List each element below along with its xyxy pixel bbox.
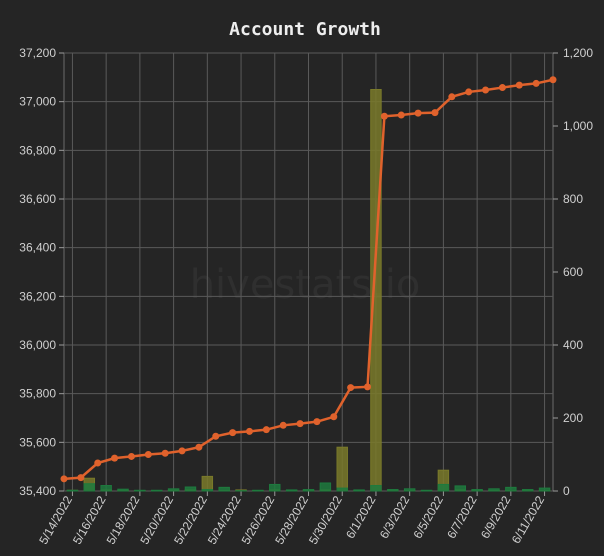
line-point: [178, 447, 186, 455]
line-point: [431, 109, 439, 117]
x-tick-label: 5/28/2022: [272, 493, 311, 547]
line-point: [229, 429, 237, 437]
bar: [420, 489, 433, 492]
left-y-tick-label: 36,200: [19, 289, 56, 303]
x-tick-label: 5/26/2022: [239, 493, 278, 547]
line-point: [347, 384, 355, 392]
grid-lines: [59, 52, 558, 496]
line-point: [262, 426, 270, 434]
bar: [403, 488, 416, 492]
line-point: [144, 451, 152, 458]
x-tick-label: 5/30/2022: [306, 493, 345, 547]
x-tick-label: 6/3/2022: [377, 493, 413, 541]
line-point: [330, 413, 338, 421]
bar: [167, 488, 180, 492]
x-tick-label: 6/11/2022: [509, 493, 548, 546]
line-point: [127, 452, 135, 460]
line-point: [549, 76, 557, 84]
line-point: [448, 93, 456, 101]
bar: [336, 487, 348, 492]
right-y-tick-label: 600: [563, 265, 583, 279]
left-y-tick-label: 36,800: [19, 143, 56, 157]
x-tick-label: 5/22/2022: [171, 493, 210, 547]
right-y-tick-label: 0: [563, 484, 570, 498]
bar: [387, 489, 399, 492]
bar: [505, 486, 517, 492]
line-point: [532, 79, 540, 87]
bar: [488, 488, 500, 492]
bar: [151, 489, 163, 492]
line-point: [212, 432, 220, 440]
right-y-tick-label: 800: [563, 192, 583, 206]
bar: [353, 489, 365, 492]
left-y-tick-label: 35,400: [19, 484, 56, 498]
left-y-tick-label: 37,000: [19, 95, 56, 109]
left-y-tick-label: 37,200: [19, 46, 56, 60]
bar: [269, 483, 281, 492]
bar: [66, 489, 79, 492]
line-point: [77, 474, 85, 482]
line-point: [397, 111, 405, 119]
bar: [521, 489, 534, 492]
line-point: [60, 475, 68, 483]
line-point: [313, 418, 321, 426]
chart-canvas: hivestats.io 35,400 35,600 35,800 36,000 36,…: [19, 19, 593, 547]
bar: [437, 483, 450, 492]
bar: [370, 485, 382, 492]
line-point: [279, 421, 287, 429]
line-point: [161, 449, 169, 457]
line-point: [414, 109, 422, 117]
line-point: [482, 86, 490, 94]
x-tick-label: 5/18/2022: [104, 493, 143, 547]
bar: [319, 482, 332, 492]
x-tick-label: 6/5/2022: [411, 493, 447, 541]
bar: [252, 489, 264, 492]
left-y-tick-label: 35,800: [19, 387, 56, 401]
bar: [454, 485, 466, 492]
x-tick-label: 6/1/2022: [343, 493, 379, 541]
right-y-tick-label: 1,200: [563, 46, 593, 60]
right-y-tick-label: 400: [563, 338, 583, 352]
bar: [285, 489, 298, 492]
bar: [100, 485, 112, 492]
bar: [218, 486, 230, 492]
line-point: [245, 427, 253, 435]
left-y-tick-label: 36,600: [19, 192, 56, 206]
bar: [184, 486, 197, 492]
watermark-text: hivestats.io: [190, 262, 421, 308]
left-y-tick-label: 35,600: [19, 435, 56, 449]
line-point: [498, 84, 506, 92]
line-point: [94, 459, 102, 467]
bar: [302, 489, 315, 492]
bar: [538, 487, 551, 492]
x-tick-label: 5/24/2022: [205, 493, 244, 547]
bar: [201, 475, 214, 492]
bar: [471, 489, 483, 492]
bar: [117, 488, 129, 492]
bar: [83, 483, 96, 492]
bar: [336, 446, 348, 492]
right-y-tick-label: 1,000: [563, 119, 593, 133]
x-tick-label: 6/9/2022: [478, 493, 514, 541]
x-tick-label: 6/7/2022: [444, 493, 480, 541]
line-point: [515, 81, 523, 89]
bar: [134, 489, 146, 492]
chart-title: Account Growth: [229, 19, 381, 40]
line-point: [364, 383, 372, 391]
line-point: [465, 88, 473, 96]
left-y-tick-label: 36,000: [19, 338, 56, 352]
line-point: [111, 454, 119, 462]
left-y-tick-label: 36,400: [19, 241, 56, 255]
x-tick-label: 5/14/2022: [36, 493, 75, 547]
line-point: [380, 112, 388, 120]
x-tick-label: 5/16/2022: [70, 493, 109, 547]
account-growth-chart: hivestats.io 35,400 35,600 35,800 36,000 36,…: [0, 0, 604, 556]
right-y-tick-label: 200: [563, 411, 583, 425]
line-point: [195, 443, 203, 451]
line-point: [296, 420, 304, 428]
x-tick-label: 5/20/2022: [137, 493, 176, 547]
bar: [201, 489, 214, 492]
